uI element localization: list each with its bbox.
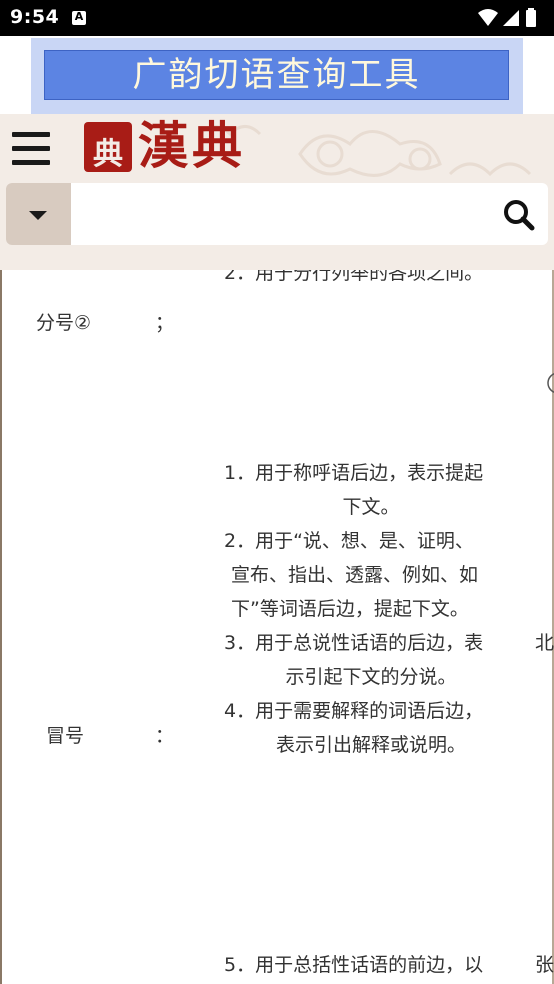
ad-area: 广韵切语查询工具 (0, 36, 554, 114)
seal-logo-text: 典 (93, 137, 123, 172)
punctuation-symbol: ： (155, 725, 175, 747)
caret-down-icon (29, 211, 47, 220)
ad-banner[interactable]: 广韵切语查询工具 (31, 38, 523, 114)
seal-logo: 典 (84, 122, 132, 172)
clipped-circle-icon (547, 373, 554, 393)
usage-line: 1．用于称呼语后边，表示提起 (224, 462, 484, 484)
clipped-column-text: 张 (535, 954, 554, 976)
search-icon (504, 200, 535, 231)
ad-banner-text[interactable]: 广韵切语查询工具 (44, 50, 509, 100)
usage-line: 5．用于总括性话语的前边，以 (224, 954, 484, 976)
status-time: 9:54 (10, 6, 60, 28)
menu-button[interactable] (12, 132, 50, 166)
usage-line: 下文。 (342, 496, 400, 518)
site-header: 典 漢典 (0, 114, 554, 270)
usage-line: 2．用于分行列举的各项之间。 (224, 270, 484, 284)
wifi-icon (478, 9, 498, 26)
battery-icon (526, 10, 536, 27)
search-input[interactable] (71, 183, 481, 245)
usage-line: 下”等词语后边，提起下文。 (231, 598, 469, 620)
notification-a-icon: A (72, 10, 86, 25)
notification-a-label: A (74, 10, 84, 23)
usage-line: 4．用于需要解释的词语后边， (224, 700, 484, 722)
usage-line: 3．用于总说性话语的后边，表 (224, 632, 484, 654)
punctuation-name: 冒号 (46, 725, 85, 747)
table-left-border (0, 270, 2, 984)
punctuation-symbol: ； (155, 312, 175, 334)
site-title-logo[interactable]: 漢典 (138, 116, 246, 176)
usage-line: 示引起下文的分说。 (285, 666, 457, 688)
search-type-dropdown[interactable] (6, 183, 71, 245)
usage-line: 宣布、指出、透露、例如、如 (231, 564, 479, 586)
clipped-column-text: 北 (535, 632, 554, 654)
signal-icon (503, 10, 519, 26)
search-bar (6, 183, 548, 245)
punctuation-table: 2．用于分行列举的各项之间。 分号② ； 冒号 ： 1．用于称呼语后边，表示提起… (0, 270, 554, 984)
punctuation-name: 分号② (36, 312, 92, 334)
status-bar: 9:54 A (0, 0, 554, 36)
usage-line: 2．用于“说、想、是、证明、 (224, 530, 474, 552)
status-icons (478, 8, 536, 27)
usage-line: 表示引出解释或说明。 (275, 734, 466, 756)
search-button[interactable] (502, 198, 536, 232)
